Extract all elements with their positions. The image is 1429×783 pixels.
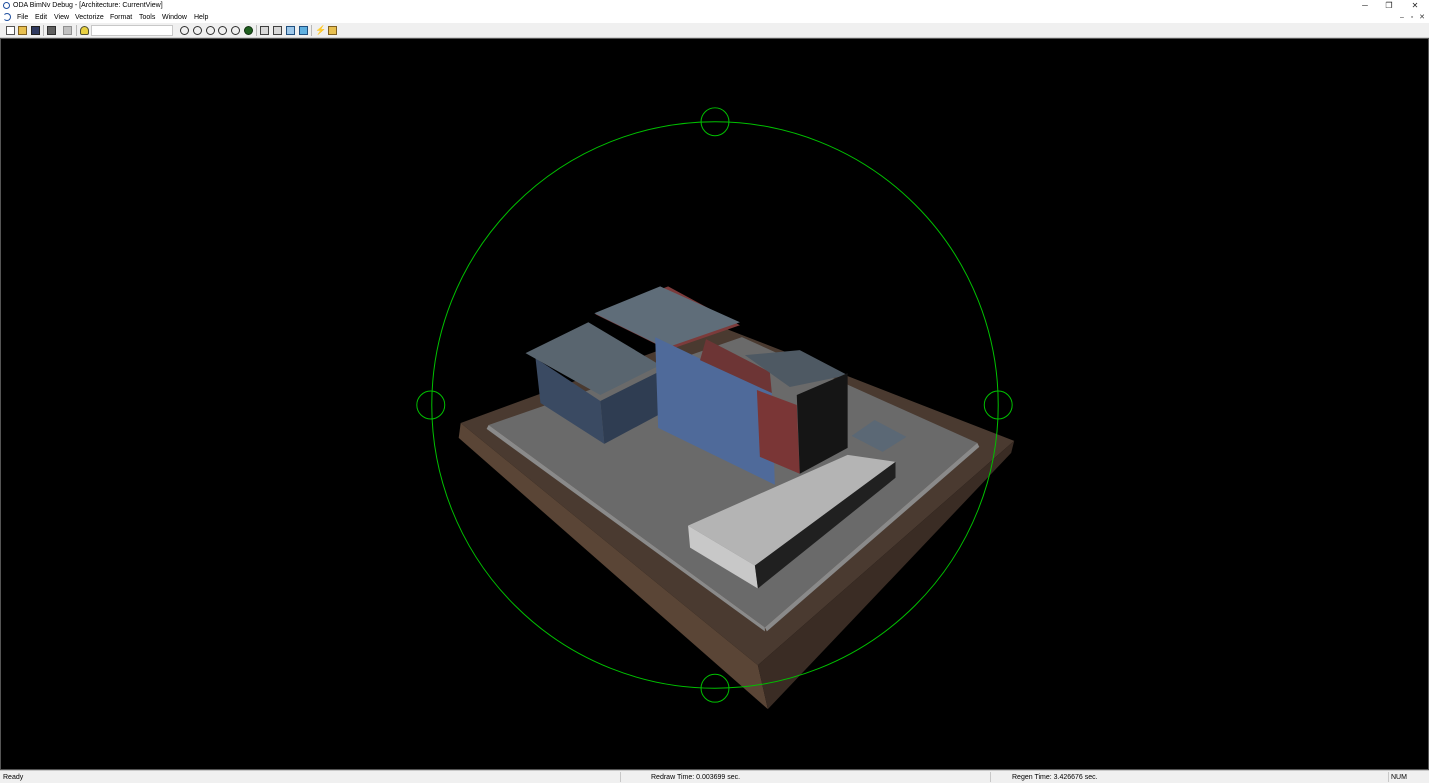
zoom-extents-icon[interactable] [218, 26, 227, 35]
mdi-close-button[interactable]: ✕ [1416, 12, 1428, 23]
status-num: NUM [1391, 774, 1407, 781]
app-icon [3, 2, 10, 9]
toolbar: ⚡ [0, 23, 1429, 38]
menu-bar: File Edit View Vectorize Format Tools Wi… [0, 12, 1429, 23]
lightning-icon[interactable]: ⚡ [315, 26, 326, 35]
toolbar-separator [311, 25, 312, 36]
new-icon[interactable] [6, 26, 15, 35]
view-front-icon[interactable] [273, 26, 282, 35]
render-icon[interactable] [328, 26, 337, 35]
orbit-icon[interactable] [244, 26, 253, 35]
print-preview-icon[interactable] [63, 26, 72, 35]
menu-view[interactable]: View [54, 14, 69, 21]
scene-canvas[interactable] [1, 39, 1428, 769]
print-icon[interactable] [47, 26, 56, 35]
zoom-in-icon[interactable] [193, 26, 202, 35]
zoom-realtime-icon[interactable] [231, 26, 240, 35]
status-ready: Ready [3, 774, 24, 781]
toolbar-separator [256, 25, 257, 36]
status-bar: Ready Redraw Time: 0.003699 sec. Regen T… [0, 770, 1429, 783]
menu-help[interactable]: Help [194, 14, 208, 21]
toolbar-separator [76, 25, 77, 36]
document-icon[interactable] [3, 13, 11, 21]
view-top-icon[interactable] [260, 26, 269, 35]
view-cube-icon[interactable] [299, 26, 308, 35]
zoom-out-icon[interactable] [206, 26, 215, 35]
view-iso-icon[interactable] [286, 26, 295, 35]
orbit-handle-left [416, 390, 446, 420]
minimize-button[interactable]: ─ [1353, 0, 1377, 12]
open-icon[interactable] [18, 26, 27, 35]
status-pane-divider [990, 772, 991, 782]
window-title: ODA BimNv Debug - [Architecture: Current… [13, 2, 163, 9]
close-button[interactable]: ✕ [1403, 0, 1427, 12]
status-regen-time: Regen Time: 3.426676 sec. [1012, 774, 1098, 781]
title-bar: ODA BimNv Debug - [Architecture: Current… [0, 0, 1429, 12]
view-combo[interactable] [91, 25, 173, 36]
menu-vectorize[interactable]: Vectorize [75, 14, 104, 21]
help-icon[interactable] [80, 26, 89, 35]
menu-format[interactable]: Format [110, 14, 132, 21]
toolbar-separator [43, 25, 44, 36]
menu-edit[interactable]: Edit [35, 14, 47, 21]
status-pane-divider [620, 772, 621, 782]
status-pane-divider [1388, 772, 1389, 782]
save-icon[interactable] [31, 26, 40, 35]
menu-window[interactable]: Window [162, 14, 187, 21]
menu-tools[interactable]: Tools [139, 14, 155, 21]
zoom-window-icon[interactable] [180, 26, 189, 35]
menu-file[interactable]: File [17, 14, 28, 21]
viewport-3d[interactable] [0, 38, 1429, 770]
maximize-button[interactable]: ❐ [1377, 0, 1401, 12]
status-redraw-time: Redraw Time: 0.003699 sec. [651, 774, 741, 781]
